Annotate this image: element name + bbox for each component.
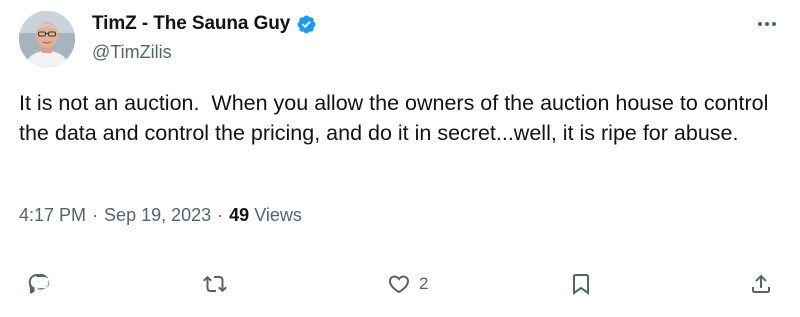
like-button[interactable]: 2 <box>387 268 428 300</box>
retweet-icon <box>203 275 227 293</box>
reply-button[interactable] <box>27 268 51 300</box>
reply-icon <box>28 274 50 294</box>
display-name[interactable]: TimZ - The Sauna Guy <box>92 13 290 35</box>
views-label: Views <box>254 205 302 225</box>
avatar[interactable] <box>19 11 75 67</box>
bookmark-icon <box>573 274 589 295</box>
tweet-meta: 4:17 PM · Sep 19, 2023 · 49 Views <box>19 205 302 226</box>
meta-separator: · <box>217 205 224 225</box>
heart-icon <box>388 275 410 294</box>
tweet-text: It is not an auction. When you allow the… <box>19 91 775 145</box>
action-bar: 2 <box>0 268 800 300</box>
meta-separator: · <box>92 205 99 225</box>
like-count: 2 <box>419 274 429 293</box>
verified-badge-icon[interactable] <box>296 14 317 35</box>
tweet-time[interactable]: 4:17 PM <box>19 205 86 226</box>
retweet-button[interactable] <box>203 268 227 300</box>
bookmark-button[interactable] <box>569 268 593 300</box>
more-icon[interactable] <box>756 14 778 34</box>
share-icon <box>752 274 770 293</box>
tweet-date[interactable]: Sep 19, 2023 <box>104 205 211 226</box>
views-count: 49 <box>229 205 250 225</box>
share-button[interactable] <box>749 268 773 300</box>
tweet: TimZ - The Sauna Guy @TimZilis It is not… <box>0 0 800 317</box>
author-name-row: TimZ - The Sauna Guy <box>92 13 317 35</box>
author-handle[interactable]: @TimZilis <box>92 42 172 63</box>
